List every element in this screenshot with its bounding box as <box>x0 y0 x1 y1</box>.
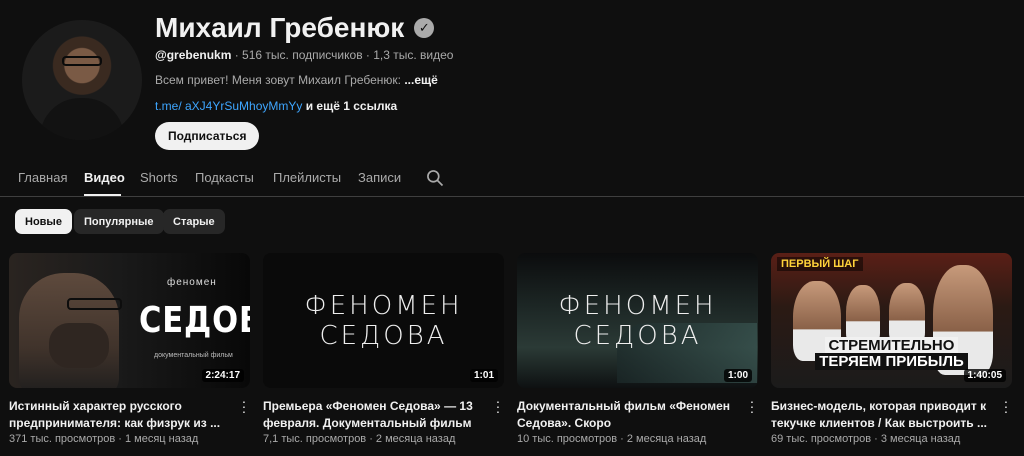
chip-popular[interactable]: Популярные <box>74 209 164 234</box>
video-title[interactable]: Премьера «Феномен Седова» — 13 февраля. … <box>263 398 483 432</box>
thumbnail-beard <box>49 323 109 368</box>
avatar-shirt <box>40 98 124 140</box>
tab-home[interactable]: Главная <box>18 170 67 185</box>
tab-playlists[interactable]: Плейлисты <box>273 170 341 185</box>
chip-newest[interactable]: Новые <box>15 209 72 234</box>
channel-handle: @grebenukm <box>155 48 232 62</box>
video-stats: 371 тыс. просмотров · 1 месяц назад <box>9 433 199 445</box>
thumbnail-title-text: ФЕНОМЕН СЕДОВА <box>304 290 463 351</box>
channel-subscribers: · 516 тыс. подписчиков · 1,3 тыс. видео <box>231 48 454 62</box>
more-vert-icon[interactable]: · · · <box>1001 394 1011 418</box>
video-thumbnail[interactable]: ФЕНОМЕН СЕДОВА 1:01 <box>263 253 504 388</box>
video-thumbnail[interactable]: ФЕНОМЕН СЕДОВА 1:00 <box>517 253 758 388</box>
description-text: Всем привет! Меня зовут Михаил Гребенюк: <box>155 73 405 87</box>
video-duration: 2:24:17 <box>201 369 244 382</box>
thumbnail-title-text: ФЕНОМЕН СЕДОВА <box>558 290 717 351</box>
more-vert-icon[interactable]: · · · <box>239 394 249 418</box>
video-duration: 1:00 <box>723 369 752 382</box>
tab-videos[interactable]: Видео <box>84 170 125 185</box>
channel-links: t.me/ aXJ4YrSuMhoyMmYy и ещё 1 ссылка <box>155 99 397 113</box>
channel-description[interactable]: Всем привет! Меня зовут Михаил Гребенюк:… <box>155 73 438 87</box>
active-tab-indicator <box>84 194 121 196</box>
search-icon[interactable] <box>425 168 445 188</box>
more-vert-icon[interactable]: · · · <box>493 394 503 418</box>
avatar-glasses <box>62 56 102 66</box>
channel-name: Михаил Гребенюк <box>155 12 405 43</box>
description-more-link[interactable]: ...ещё <box>404 73 437 87</box>
video-duration: 1:01 <box>469 369 498 382</box>
thumbnail-banner-line2: ТЕРЯЕМ ПРИБЫЛЬ <box>815 353 968 370</box>
video-title[interactable]: Бизнес-модель, которая приводит к текучк… <box>771 398 991 432</box>
video-stats: 69 тыс. просмотров · 3 месяца назад <box>771 433 961 445</box>
video-stats: 7,1 тыс. просмотров · 2 месяца назад <box>263 433 456 445</box>
thumbnail-badge: ПЕРВЫЙ ШАГ <box>777 257 863 271</box>
tab-podcasts[interactable]: Подкасты <box>195 170 254 185</box>
verified-icon: ✓ <box>414 18 435 38</box>
thumbnail-person <box>846 285 880 345</box>
thumbnail-doc-text: документальный фильм <box>154 352 233 359</box>
video-thumbnail[interactable]: феномен СЕДОВА документальный фильм 2:24… <box>9 253 250 388</box>
channel-meta: @grebenukm · 516 тыс. подписчиков · 1,3 … <box>155 48 453 62</box>
video-duration: 1:40:05 <box>963 369 1006 382</box>
video-stats: 10 тыс. просмотров · 2 месяца назад <box>517 433 707 445</box>
thumbnail-person <box>889 283 925 345</box>
video-thumbnail[interactable]: ПЕРВЫЙ ШАГ СТРЕМИТЕЛЬНО ТЕРЯЕМ ПРИБЫЛЬ 1… <box>771 253 1012 388</box>
channel-tabs: Главная Видео Shorts Подкасты Плейлисты … <box>0 160 1024 197</box>
thumbnail-banner-line1: СТРЕМИТЕЛЬНО <box>824 337 959 354</box>
thumbnail-small-text: феномен <box>167 277 217 288</box>
chip-oldest[interactable]: Старые <box>163 209 225 234</box>
tab-posts[interactable]: Записи <box>358 170 401 185</box>
channel-avatar[interactable] <box>22 20 142 140</box>
video-title[interactable]: Истинный характер русского предпринимате… <box>9 398 229 432</box>
telegram-link[interactable]: t.me/ aXJ4YrSuMhoyMmYy <box>155 99 302 113</box>
thumbnail-banner: СТРЕМИТЕЛЬНО ТЕРЯЕМ ПРИБЫЛЬ <box>777 337 1006 370</box>
video-title[interactable]: Документальный фильм «Феномен Седова». С… <box>517 398 737 432</box>
more-vert-icon[interactable]: · · · <box>747 394 757 418</box>
more-links[interactable]: и ещё 1 ссылка <box>302 99 397 113</box>
thumbnail-big-text: СЕДОВА <box>139 300 250 341</box>
tab-shorts[interactable]: Shorts <box>140 170 178 185</box>
thumbnail-glasses <box>67 298 122 310</box>
subscribe-button[interactable]: Подписаться <box>155 122 260 150</box>
channel-title: Михаил Гребенюк ✓ <box>155 12 435 44</box>
